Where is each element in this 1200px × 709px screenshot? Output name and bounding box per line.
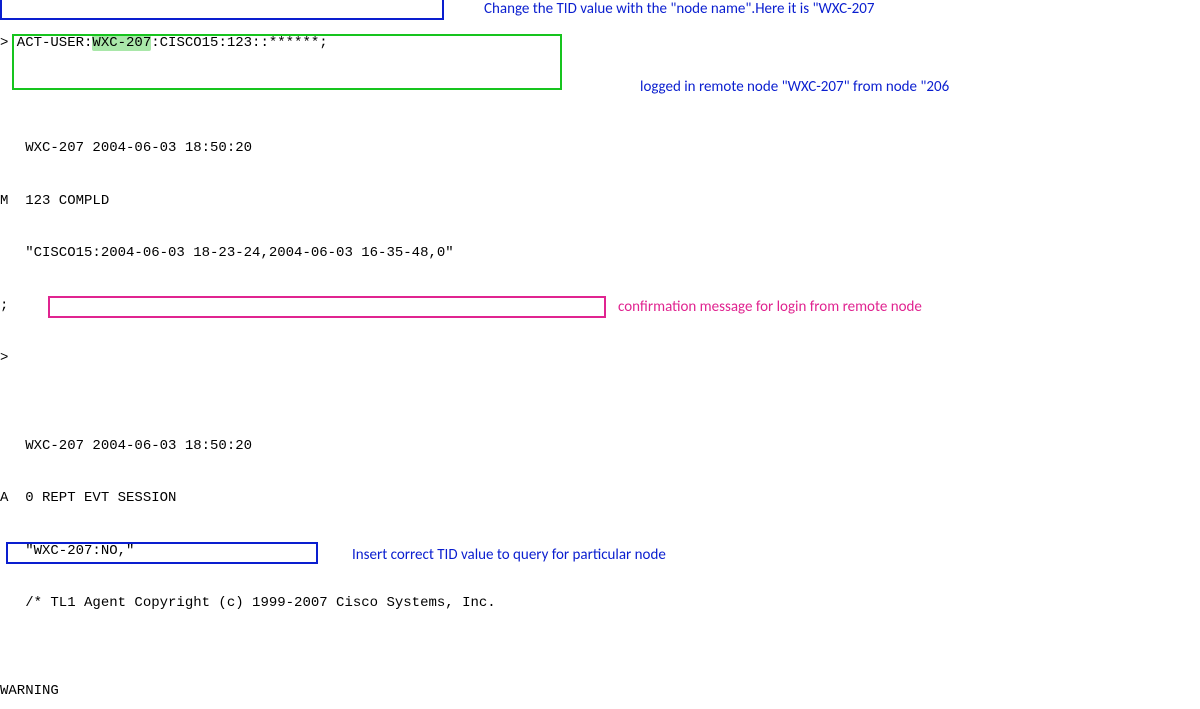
- term-line: /* TL1 Agent Copyright (c) 1999-2007 Cis…: [0, 595, 924, 613]
- annotation-tid-change: Change the TID value with the "node name…: [484, 0, 874, 19]
- annotation-confirm: confirmation message for login from remo…: [618, 298, 922, 317]
- term-line: WXC-207 2004-06-03 18:50:20: [0, 438, 924, 456]
- term-line: WARNING: [0, 683, 924, 701]
- term-line: "CISCO15:2004-06-03 18-23-24,2004-06-03 …: [0, 245, 924, 263]
- callout-box-login-msg: [48, 296, 606, 318]
- term-line: A 0 REPT EVT SESSION: [0, 490, 924, 508]
- callout-box-login-resp: [12, 34, 562, 90]
- term-line: WXC-207 2004-06-03 18:50:20: [0, 140, 924, 158]
- annotation-insert-tid: Insert correct TID value to query for pa…: [352, 546, 666, 565]
- callout-box-rtrv-alm: [6, 542, 318, 564]
- terminal-output: > ACT-USER:WXC-207:CISCO15:123::******; …: [0, 0, 924, 709]
- terminal-screenshot: > ACT-USER:WXC-207:CISCO15:123::******; …: [0, 0, 1200, 709]
- annotation-logged-in: logged in remote node "WXC-207" from nod…: [640, 78, 949, 97]
- term-line: >: [0, 350, 924, 368]
- callout-box-act-user: [0, 0, 444, 20]
- term-line: M 123 COMPLD: [0, 193, 924, 211]
